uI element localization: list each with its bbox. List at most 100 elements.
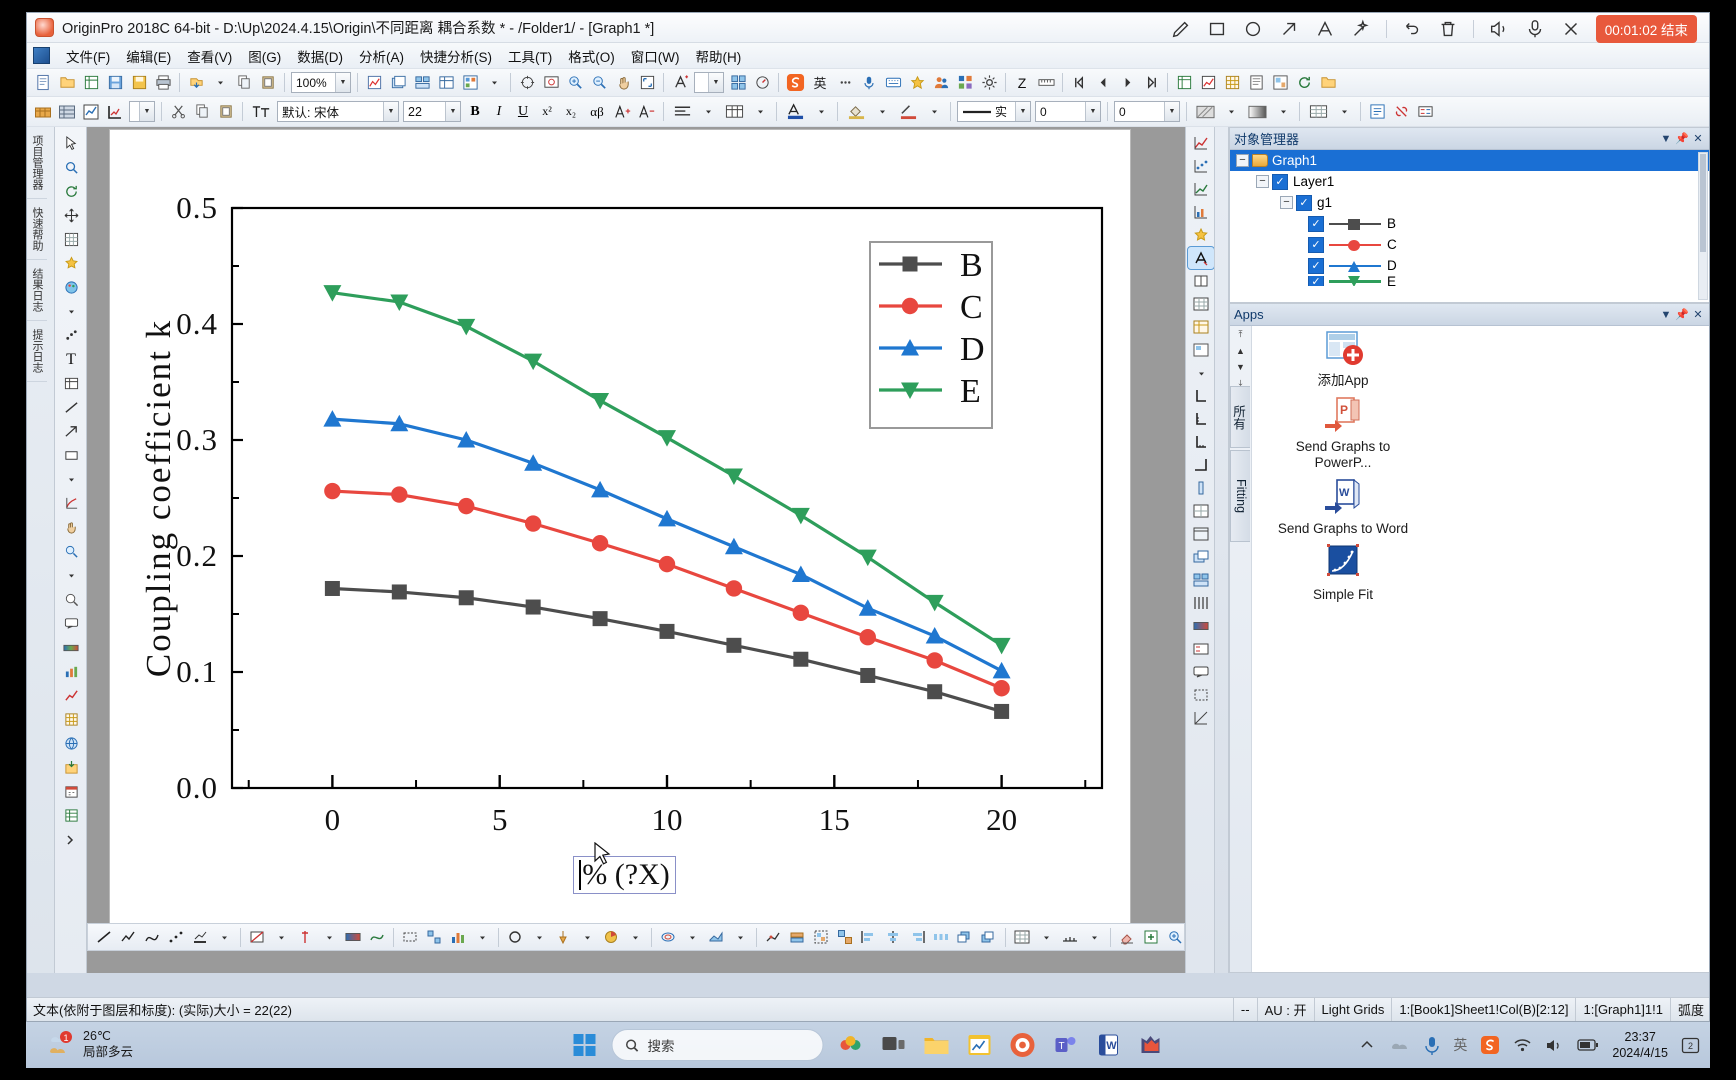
zoom-out-icon[interactable] [588, 72, 610, 93]
format-dropdown-1[interactable]: ▼ [129, 101, 155, 122]
close-icon[interactable]: ✕ [1690, 307, 1706, 323]
new-graph-icon[interactable] [1197, 72, 1219, 93]
status-cell-dataset[interactable]: 1:[Book1]Sheet1!Col(B)[2:12] [1391, 997, 1575, 1021]
rectangle-icon[interactable] [1206, 18, 1228, 40]
rectangle-tool-icon[interactable] [57, 444, 85, 467]
rail-tab-tips-log[interactable]: 提示日志 [27, 321, 47, 382]
ime-settings-icon[interactable] [978, 72, 1000, 93]
chevron-down-icon[interactable]: ▼ [1085, 102, 1100, 121]
layer-contents-icon[interactable] [459, 72, 481, 93]
side-annot-icon[interactable] [1188, 661, 1214, 683]
close-icon[interactable]: ✕ [1690, 131, 1706, 147]
table-tool-icon[interactable] [57, 372, 85, 395]
send-back-icon[interactable] [978, 927, 1000, 948]
surface-dropdown-icon[interactable] [729, 927, 751, 948]
move-tool-icon[interactable] [57, 204, 85, 227]
expander-icon[interactable]: − [1236, 154, 1249, 167]
z-axis-label[interactable]: Z [1011, 72, 1033, 93]
stack-icon[interactable] [786, 927, 808, 948]
rect-zoom-icon[interactable] [399, 927, 421, 948]
circle-dropdown-icon[interactable] [528, 927, 550, 948]
side-square-icon[interactable] [1188, 684, 1214, 706]
zoom-dropdown-icon[interactable] [57, 564, 85, 587]
pin-icon[interactable]: 📌 [1674, 131, 1690, 147]
status-cell-au[interactable]: AU : 开 [1256, 997, 1314, 1021]
status-cell-window[interactable]: 1:[Graph1]1!1 [1575, 997, 1670, 1021]
app-yellow-icon[interactable] [964, 1029, 996, 1061]
side-column-icon[interactable] [1188, 201, 1214, 223]
text-icon[interactable] [1314, 18, 1336, 40]
expander-icon[interactable]: − [1256, 175, 1269, 188]
axis-dialog-icon[interactable] [104, 101, 126, 122]
side-layout-icon[interactable] [1188, 339, 1214, 361]
ellipse-icon[interactable] [1242, 18, 1264, 40]
speaker-icon[interactable] [1488, 18, 1510, 40]
add-text-icon[interactable] [669, 72, 691, 93]
zoom-tool-icon[interactable] [57, 540, 85, 563]
mask-dropdown-icon[interactable] [270, 927, 292, 948]
side-bars-icon[interactable] [1188, 592, 1214, 614]
font-color-dropdown-icon[interactable] [810, 101, 832, 122]
distribute-icon[interactable] [930, 927, 952, 948]
checkbox-checked-icon[interactable]: ✓ [1308, 215, 1324, 232]
ime-emoji-icon[interactable] [906, 72, 928, 93]
draw-dots-icon[interactable] [165, 927, 187, 948]
master-page-icon[interactable] [1366, 101, 1388, 122]
chevron-down-icon[interactable]: ▼ [335, 73, 350, 92]
line-symbol-icon[interactable] [762, 927, 784, 948]
menu-item-edit[interactable]: 编辑(E) [119, 44, 178, 68]
open-excel-icon[interactable] [80, 72, 102, 93]
pan-tool-icon[interactable] [57, 516, 85, 539]
toolbar-dropdown-icon[interactable] [483, 72, 505, 93]
group-icon[interactable] [810, 927, 832, 948]
tick-icon[interactable] [1059, 927, 1081, 948]
draw-polyline-icon[interactable] [117, 927, 139, 948]
magic-wand-icon[interactable] [1350, 18, 1372, 40]
print-icon[interactable] [152, 72, 174, 93]
chevron-up-icon[interactable] [1358, 1036, 1376, 1054]
rail-tab-quick-help[interactable]: 快速帮助 [27, 199, 47, 260]
legend-icon[interactable] [1414, 101, 1436, 122]
ungroup-icon[interactable] [834, 927, 856, 948]
refresh-icon[interactable] [1293, 72, 1315, 93]
apps-tab-all[interactable]: 所有 [1230, 386, 1250, 448]
fill-color-icon[interactable] [843, 101, 869, 122]
tree-node-plot-b[interactable]: ✓ B [1230, 213, 1709, 234]
eraser-icon[interactable] [1116, 927, 1138, 948]
line-width-combo[interactable]: 0 ▼ [1035, 101, 1101, 122]
grid-lines-icon[interactable] [1011, 927, 1033, 948]
side-star-icon[interactable] [1188, 224, 1214, 246]
next-page-icon[interactable] [1116, 72, 1138, 93]
origin-system-icon[interactable] [33, 47, 50, 64]
coupling-coefficient-plot[interactable]: 0.0 0.1 0.2 0.3 0.4 0.5 0 5 10 15 20 BCDE Coupling… [110, 130, 1131, 943]
side-line-icon[interactable] [1188, 178, 1214, 200]
bar-plot-icon[interactable] [447, 927, 469, 948]
pin-icon[interactable] [552, 927, 574, 948]
font-size-combo[interactable]: 22 ▼ [403, 101, 461, 122]
ime-keyboard-icon[interactable] [882, 72, 904, 93]
checkbox-checked-icon[interactable]: ✓ [1308, 257, 1324, 274]
bring-front-icon[interactable] [954, 927, 976, 948]
plot-setup-icon[interactable] [32, 101, 54, 122]
contour-dropdown-icon[interactable] [681, 927, 703, 948]
side-legend2-icon[interactable] [1188, 638, 1214, 660]
pin-dropdown-icon[interactable] [576, 927, 598, 948]
battery-icon[interactable] [1577, 1038, 1599, 1052]
menu-item-graph[interactable]: 图(G) [241, 44, 288, 68]
pointer-tool-icon[interactable] [57, 132, 85, 155]
pattern-dropdown-icon[interactable] [1220, 101, 1242, 122]
arrow-tool-icon[interactable] [57, 420, 85, 443]
gradient-bar-icon[interactable] [57, 636, 85, 659]
align-right-icon[interactable] [906, 927, 928, 948]
chevron-down-icon[interactable]: ▼ [383, 102, 398, 121]
word-taskbar-icon[interactable]: W [1093, 1029, 1125, 1061]
table-icon[interactable] [721, 101, 747, 122]
italic-button[interactable]: I [488, 101, 510, 122]
data-reader-icon[interactable] [516, 72, 538, 93]
draw-curve-icon[interactable] [141, 927, 163, 948]
ime-user-icon[interactable] [930, 72, 952, 93]
bar-dropdown-icon[interactable] [471, 927, 493, 948]
line-color-icon[interactable] [895, 101, 921, 122]
new-notes-icon[interactable] [1245, 72, 1267, 93]
pan-icon[interactable] [612, 72, 634, 93]
